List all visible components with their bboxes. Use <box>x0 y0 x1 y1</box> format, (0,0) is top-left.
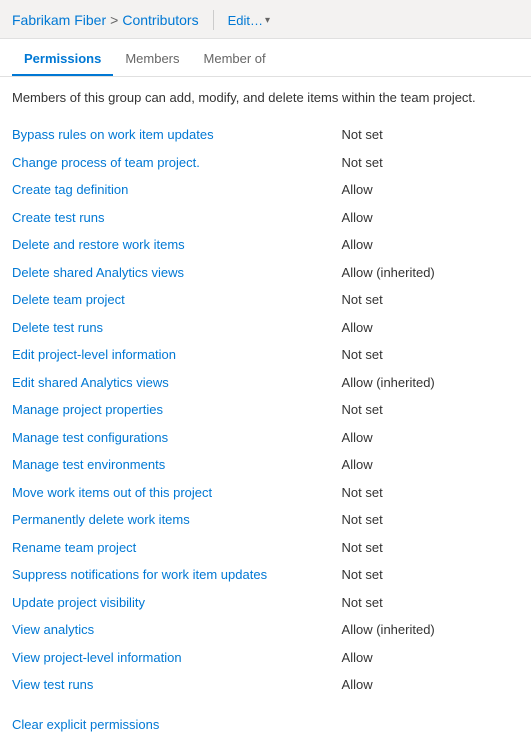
permission-status: Not set <box>342 149 519 177</box>
table-row: View project-level informationAllow <box>12 644 519 672</box>
table-row: Delete test runsAllow <box>12 314 519 342</box>
permission-status: Allow <box>342 644 519 672</box>
table-row: View test runsAllow <box>12 671 519 699</box>
permission-name[interactable]: Delete and restore work items <box>12 231 342 259</box>
permission-name[interactable]: View analytics <box>12 616 342 644</box>
permission-name[interactable]: Edit shared Analytics views <box>12 369 342 397</box>
permission-status: Allow (inherited) <box>342 259 519 287</box>
table-row: Bypass rules on work item updatesNot set <box>12 121 519 149</box>
permission-name[interactable]: Update project visibility <box>12 589 342 617</box>
permission-status: Allow <box>342 204 519 232</box>
permission-name[interactable]: Rename team project <box>12 534 342 562</box>
permission-name[interactable]: View project-level information <box>12 644 342 672</box>
table-row: Edit shared Analytics viewsAllow (inheri… <box>12 369 519 397</box>
permissions-table: Bypass rules on work item updatesNot set… <box>12 121 519 699</box>
table-row: Manage test environmentsAllow <box>12 451 519 479</box>
tab-members[interactable]: Members <box>113 41 191 76</box>
permission-status: Not set <box>342 506 519 534</box>
table-row: Create test runsAllow <box>12 204 519 232</box>
permission-name[interactable]: Manage project properties <box>12 396 342 424</box>
table-row: Manage project propertiesNot set <box>12 396 519 424</box>
permission-name[interactable]: Edit project-level information <box>12 341 342 369</box>
table-row: Move work items out of this projectNot s… <box>12 479 519 507</box>
permission-name[interactable]: Manage test environments <box>12 451 342 479</box>
permission-name[interactable]: Delete shared Analytics views <box>12 259 342 287</box>
permission-status: Not set <box>342 479 519 507</box>
permission-name[interactable]: Change process of team project. <box>12 149 342 177</box>
table-row: Edit project-level informationNot set <box>12 341 519 369</box>
permission-status: Allow (inherited) <box>342 616 519 644</box>
permission-status: Not set <box>342 286 519 314</box>
table-row: Delete team projectNot set <box>12 286 519 314</box>
description-text: Members of this group can add, modify, a… <box>12 89 519 107</box>
permissions-content: Members of this group can add, modify, a… <box>0 77 531 748</box>
tab-member-of[interactable]: Member of <box>192 41 278 76</box>
permission-status: Not set <box>342 561 519 589</box>
permission-name[interactable]: Create tag definition <box>12 176 342 204</box>
tab-permissions[interactable]: Permissions <box>12 41 113 76</box>
breadcrumb-separator: > <box>110 12 118 28</box>
table-row: View analyticsAllow (inherited) <box>12 616 519 644</box>
table-row: Permanently delete work itemsNot set <box>12 506 519 534</box>
permission-status: Allow <box>342 671 519 699</box>
permission-name[interactable]: Delete team project <box>12 286 342 314</box>
page-header: Fabrikam Fiber > Contributors Edit… ▾ <box>0 0 531 39</box>
table-row: Suppress notifications for work item upd… <box>12 561 519 589</box>
permission-status: Allow <box>342 231 519 259</box>
table-row: Create tag definitionAllow <box>12 176 519 204</box>
table-row: Rename team projectNot set <box>12 534 519 562</box>
permission-name[interactable]: Create test runs <box>12 204 342 232</box>
permission-status: Not set <box>342 341 519 369</box>
permission-status: Not set <box>342 589 519 617</box>
permission-status: Not set <box>342 534 519 562</box>
permission-status: Allow <box>342 451 519 479</box>
table-row: Delete and restore work itemsAllow <box>12 231 519 259</box>
clear-permissions-link[interactable]: Clear explicit permissions <box>12 717 159 732</box>
table-row: Delete shared Analytics viewsAllow (inhe… <box>12 259 519 287</box>
permission-name[interactable]: View test runs <box>12 671 342 699</box>
permission-status: Allow <box>342 176 519 204</box>
permission-name[interactable]: Suppress notifications for work item upd… <box>12 561 342 589</box>
permission-name[interactable]: Delete test runs <box>12 314 342 342</box>
org-name[interactable]: Fabrikam Fiber <box>12 12 106 28</box>
permission-status: Not set <box>342 396 519 424</box>
dropdown-arrow-icon: ▾ <box>265 15 270 26</box>
table-row: Update project visibilityNot set <box>12 589 519 617</box>
table-row: Manage test configurationsAllow <box>12 424 519 452</box>
permission-name[interactable]: Move work items out of this project <box>12 479 342 507</box>
permission-name[interactable]: Permanently delete work items <box>12 506 342 534</box>
group-name[interactable]: Contributors <box>122 12 198 28</box>
table-row: Change process of team project.Not set <box>12 149 519 177</box>
edit-button[interactable]: Edit… ▾ <box>228 13 270 28</box>
header-divider <box>213 10 214 30</box>
permission-status: Allow (inherited) <box>342 369 519 397</box>
tab-bar: Permissions Members Member of <box>0 41 531 77</box>
permission-name[interactable]: Manage test configurations <box>12 424 342 452</box>
permission-name[interactable]: Bypass rules on work item updates <box>12 121 342 149</box>
permission-status: Allow <box>342 314 519 342</box>
breadcrumb: Fabrikam Fiber > Contributors <box>12 12 199 28</box>
permission-status: Allow <box>342 424 519 452</box>
permission-status: Not set <box>342 121 519 149</box>
